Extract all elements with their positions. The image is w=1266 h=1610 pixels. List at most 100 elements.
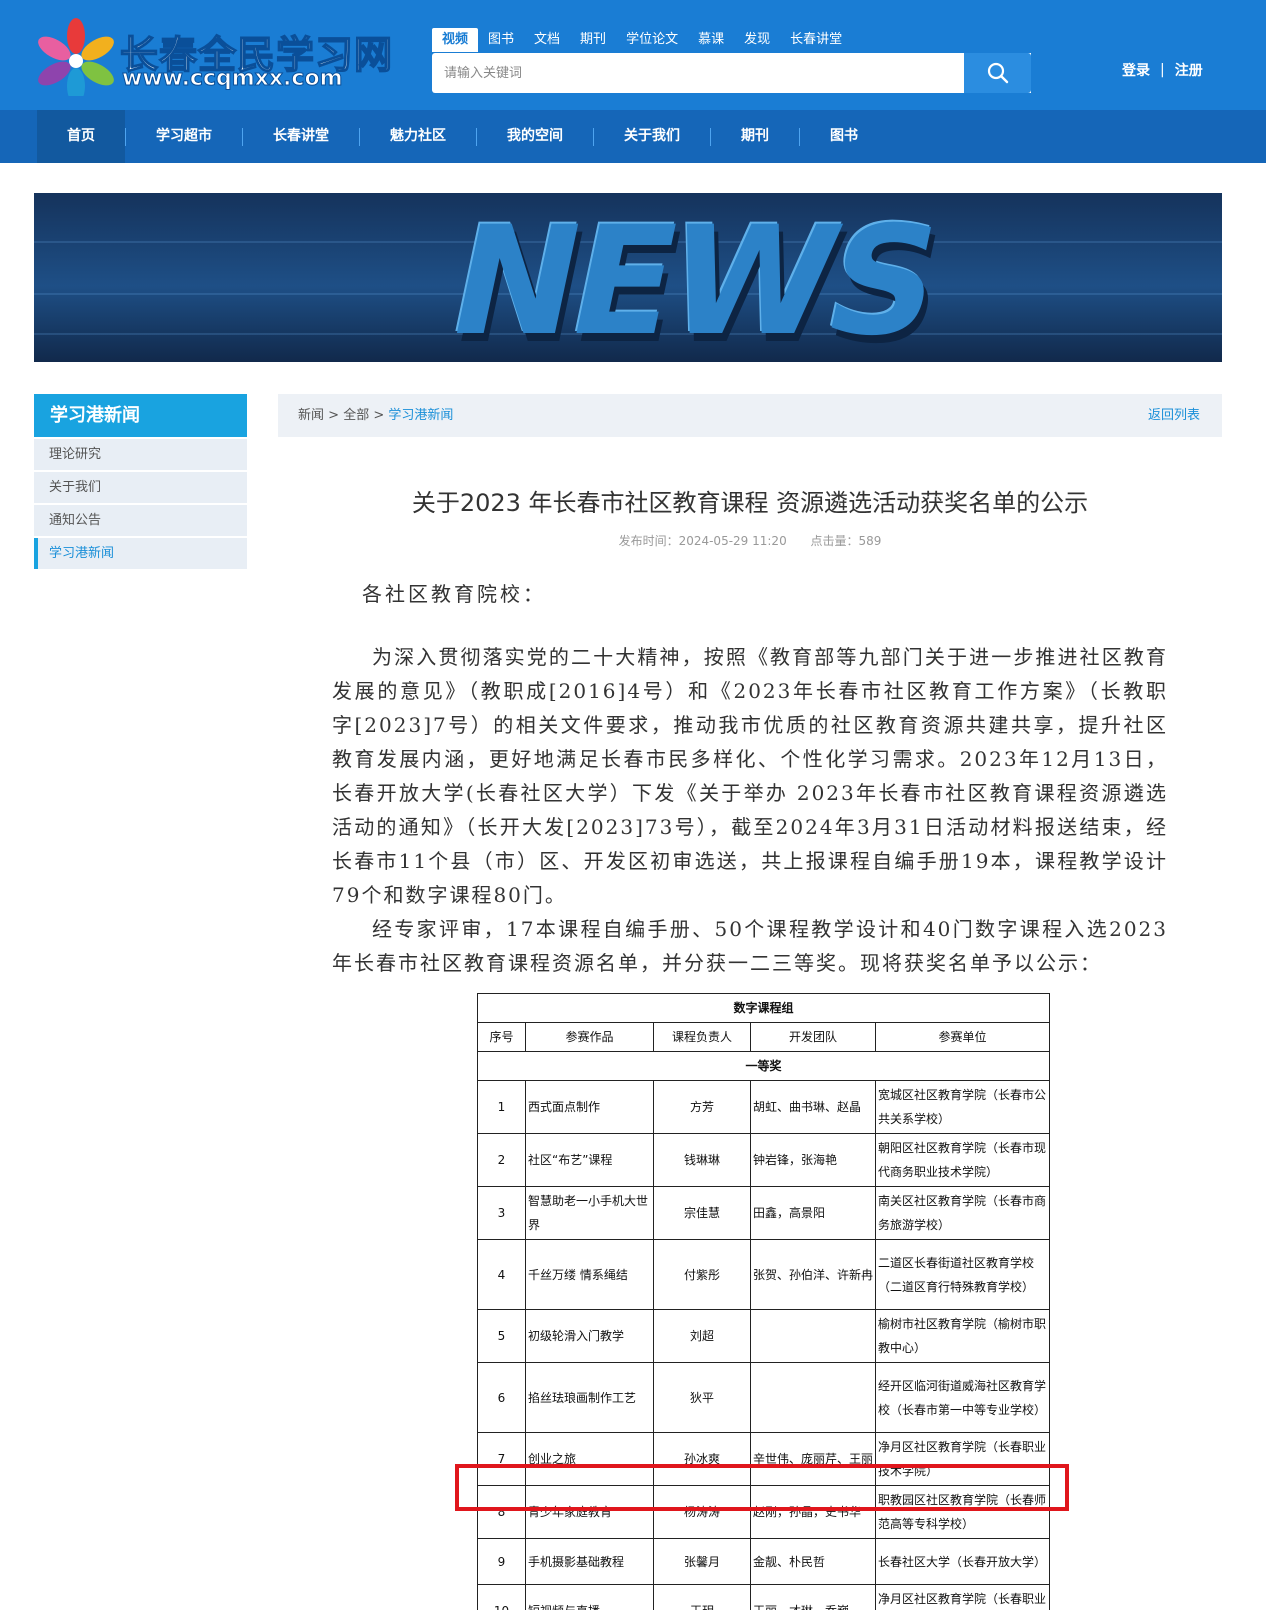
cell-no: 8	[477, 1485, 526, 1539]
cell-lead: 狄平	[653, 1362, 751, 1433]
register-link[interactable]: 注册	[1175, 60, 1203, 80]
site-header: 长春全民学习网 www.ccqmxx.com 视频 图书 文档 期刊 学位论文 慕课 发现长…	[0, 0, 1266, 110]
cell-team: 金靓、朴民哲	[750, 1538, 876, 1585]
table-row: 1 西式面点制作 方芳 胡虹、曲书琳、赵晶 宽城区社区教育学院（长春市公共关系学校）	[477, 1080, 1051, 1134]
cell-lead: 张馨月	[653, 1538, 751, 1585]
cell-no: 4	[477, 1239, 526, 1310]
cell-lead: 付紫彤	[653, 1239, 751, 1310]
nav-item[interactable]: 关于我们	[594, 110, 710, 163]
login-link[interactable]: 登录	[1122, 60, 1150, 80]
search-tab[interactable]: 文档	[524, 28, 570, 52]
cell-no: 3	[477, 1186, 526, 1240]
search-tabs: 视频 图书 文档 期刊 学位论文 慕课 发现 长春讲堂	[432, 28, 852, 52]
search-tab[interactable]: 图书	[478, 28, 524, 52]
cell-work: 智慧助老一小手机大世界	[525, 1186, 654, 1240]
search-input[interactable]	[432, 53, 1031, 93]
news-banner: NEWS	[34, 193, 1222, 362]
cell-work: 西式面点制作	[525, 1080, 654, 1134]
cell-work: 社区“布艺”课程	[525, 1133, 654, 1187]
search-tab[interactable]: 慕课	[688, 28, 734, 52]
table-row: 7 创业之旅 孙冰爽 辛世伟、庞丽芹、王丽 净月区社区教育学院（长春职业技术学院）	[477, 1432, 1051, 1486]
cell-team: 张贺、孙伯洋、许新冉	[750, 1239, 876, 1310]
sidebar-item[interactable]: 通知公告	[34, 505, 247, 536]
table-row: 6 掐丝珐琅画制作工艺 狄平 经开区临河街道威海社区教育学校（长春市第一中等专业学校）	[477, 1362, 1051, 1433]
cell-unit: 长春社区大学（长春开放大学）	[874, 1538, 1051, 1585]
table-row: 2 社区“布艺”课程 钱琳琳 钟岩锋，张海艳 朝阳区社区教育学院（长春市现代商务职业技术…	[477, 1133, 1051, 1187]
nav-item[interactable]: 长春讲堂	[243, 110, 359, 163]
cell-team: 钟岩锋，张海艳	[750, 1133, 876, 1187]
search-tab[interactable]: 期刊	[570, 28, 616, 52]
sidebar: 学习港新闻 理论研究 关于我们 通知公告 学习港新闻	[34, 394, 247, 569]
breadcrumb-all[interactable]: 全部	[343, 408, 369, 423]
search-tab[interactable]: 视频	[432, 28, 479, 52]
column-header: 参赛作品	[525, 1022, 654, 1052]
nav-item[interactable]: 我的空间	[477, 110, 593, 163]
table-header-row: 序号 参赛作品 课程负责人 开发团队 参赛单位	[477, 1022, 1051, 1052]
breadcrumb-current[interactable]: 学习港新闻	[388, 408, 453, 423]
cell-team	[750, 1309, 876, 1363]
nav-item[interactable]: 期刊	[711, 110, 799, 163]
cell-work: 短视频与直播	[525, 1584, 654, 1610]
site-logo[interactable]: 长春全民学习网 www.ccqmxx.com	[36, 16, 393, 96]
cell-team: 胡虹、曲书琳、赵晶	[750, 1080, 876, 1134]
cell-lead: 方芳	[653, 1080, 751, 1134]
site-url: www.ccqmxx.com	[122, 66, 343, 92]
search-tab[interactable]: 发现	[734, 28, 780, 52]
publish-time: 发布时间：2024-05-29 11:20	[618, 534, 787, 548]
table-group-title: 数字课程组	[476, 993, 1051, 1023]
article-body: 为深入贯彻落实党的二十大精神，按照《教育部等九部门关于进一步推进社区教育发展的意…	[332, 640, 1168, 980]
cell-no: 1	[477, 1080, 526, 1134]
back-to-list-link[interactable]: 返回列表	[1148, 394, 1200, 437]
breadcrumb-news[interactable]: 新闻	[298, 408, 324, 423]
table-row: 8 青少年家庭教育 杨涛涛 赵刚，孙晶，史书华 职教园区社区教育学院（长春师范高等专科学…	[477, 1485, 1051, 1539]
cell-no: 6	[477, 1362, 526, 1433]
cell-work: 掐丝珐琅画制作工艺	[525, 1362, 654, 1433]
table-row: 9 手机摄影基础教程 张馨月 金靓、朴民哲 长春社区大学（长春开放大学）	[477, 1538, 1051, 1585]
auth-separator: |	[1160, 62, 1165, 78]
article-meta: 发布时间：2024-05-29 11:20 点击量：589	[278, 532, 1222, 549]
article-paragraph: 经专家评审，17本课程自编手册、50个课程教学设计和40门数字课程入选2023年…	[332, 917, 1168, 975]
sidebar-item[interactable]: 关于我们	[34, 472, 247, 503]
cell-unit: 南关区社区教育学院（长春市商务旅游学校）	[874, 1186, 1051, 1240]
search-tab[interactable]: 学位论文	[616, 28, 688, 52]
cell-work: 青少年家庭教育	[525, 1485, 654, 1539]
sidebar-item[interactable]: 学习港新闻	[34, 538, 247, 569]
cell-unit: 朝阳区社区教育学院（长春市现代商务职业技术学院）	[874, 1133, 1051, 1187]
article-paragraph: 为深入贯彻落实党的二十大精神，按照《教育部等九部门关于进一步推进社区教育发展的意…	[332, 645, 1168, 907]
cell-lead: 刘超	[653, 1309, 751, 1363]
search-tab[interactable]: 长春讲堂	[780, 28, 852, 52]
main-nav-items: 首页 学习超市 长春讲堂 魅力社区 我的空间 关于我们 期刊 图书	[37, 110, 888, 163]
column-header: 序号	[477, 1022, 526, 1052]
sidebar-title: 学习港新闻	[34, 394, 247, 437]
cell-no: 5	[477, 1309, 526, 1363]
nav-item[interactable]: 图书	[800, 110, 888, 163]
cell-unit: 二道区长春街道社区教育学校（二道区育行特殊教育学校）	[874, 1239, 1051, 1310]
search-box	[432, 53, 1031, 93]
cell-unit: 净月区社区教育学院（长春职业技术学院）	[874, 1584, 1051, 1610]
nav-item[interactable]: 学习超市	[126, 110, 242, 163]
award-level: 一等奖	[476, 1051, 1051, 1081]
column-header: 开发团队	[750, 1022, 876, 1052]
table-row: 3 智慧助老一小手机大世界 宗佳慧 田鑫，高景阳 南关区社区教育学院（长春市商务旅游学校…	[477, 1186, 1051, 1240]
nav-item[interactable]: 首页	[37, 110, 125, 163]
cell-lead: 宗佳慧	[653, 1186, 751, 1240]
cell-unit: 宽城区社区教育学院（长春市公共关系学校）	[874, 1080, 1051, 1134]
cell-unit: 净月区社区教育学院（长春职业技术学院）	[874, 1432, 1051, 1486]
cell-unit: 经开区临河街道威海社区教育学校（长春市第一中等专业学校）	[874, 1362, 1051, 1433]
auth-links: 登录 | 注册	[1122, 60, 1203, 80]
cell-unit: 榆树市社区教育学院（榆树市职教中心）	[874, 1309, 1051, 1363]
logo-flower-icon	[38, 18, 114, 96]
cell-work: 手机摄影基础教程	[525, 1538, 654, 1585]
table-row: 4 千丝万缕 情系绳结 付紫彤 张贺、孙伯洋、许新冉 二道区长春街道社区教育学校（二道区…	[477, 1239, 1051, 1310]
article-salutation: 各社区教育院校：	[362, 582, 546, 606]
nav-item[interactable]: 魅力社区	[360, 110, 476, 163]
cell-lead: 杨涛涛	[653, 1485, 751, 1539]
sidebar-item[interactable]: 理论研究	[34, 439, 247, 470]
cell-work: 千丝万缕 情系绳结	[525, 1239, 654, 1310]
search-button[interactable]	[964, 53, 1031, 93]
column-header: 课程负责人	[653, 1022, 751, 1052]
cell-unit: 职教园区社区教育学院（长春师范高等专科学校）	[874, 1485, 1051, 1539]
breadcrumb-separator: >	[373, 408, 385, 423]
search-icon	[987, 62, 1008, 84]
cell-team: 王丽、才琳、乔巍	[750, 1584, 876, 1610]
